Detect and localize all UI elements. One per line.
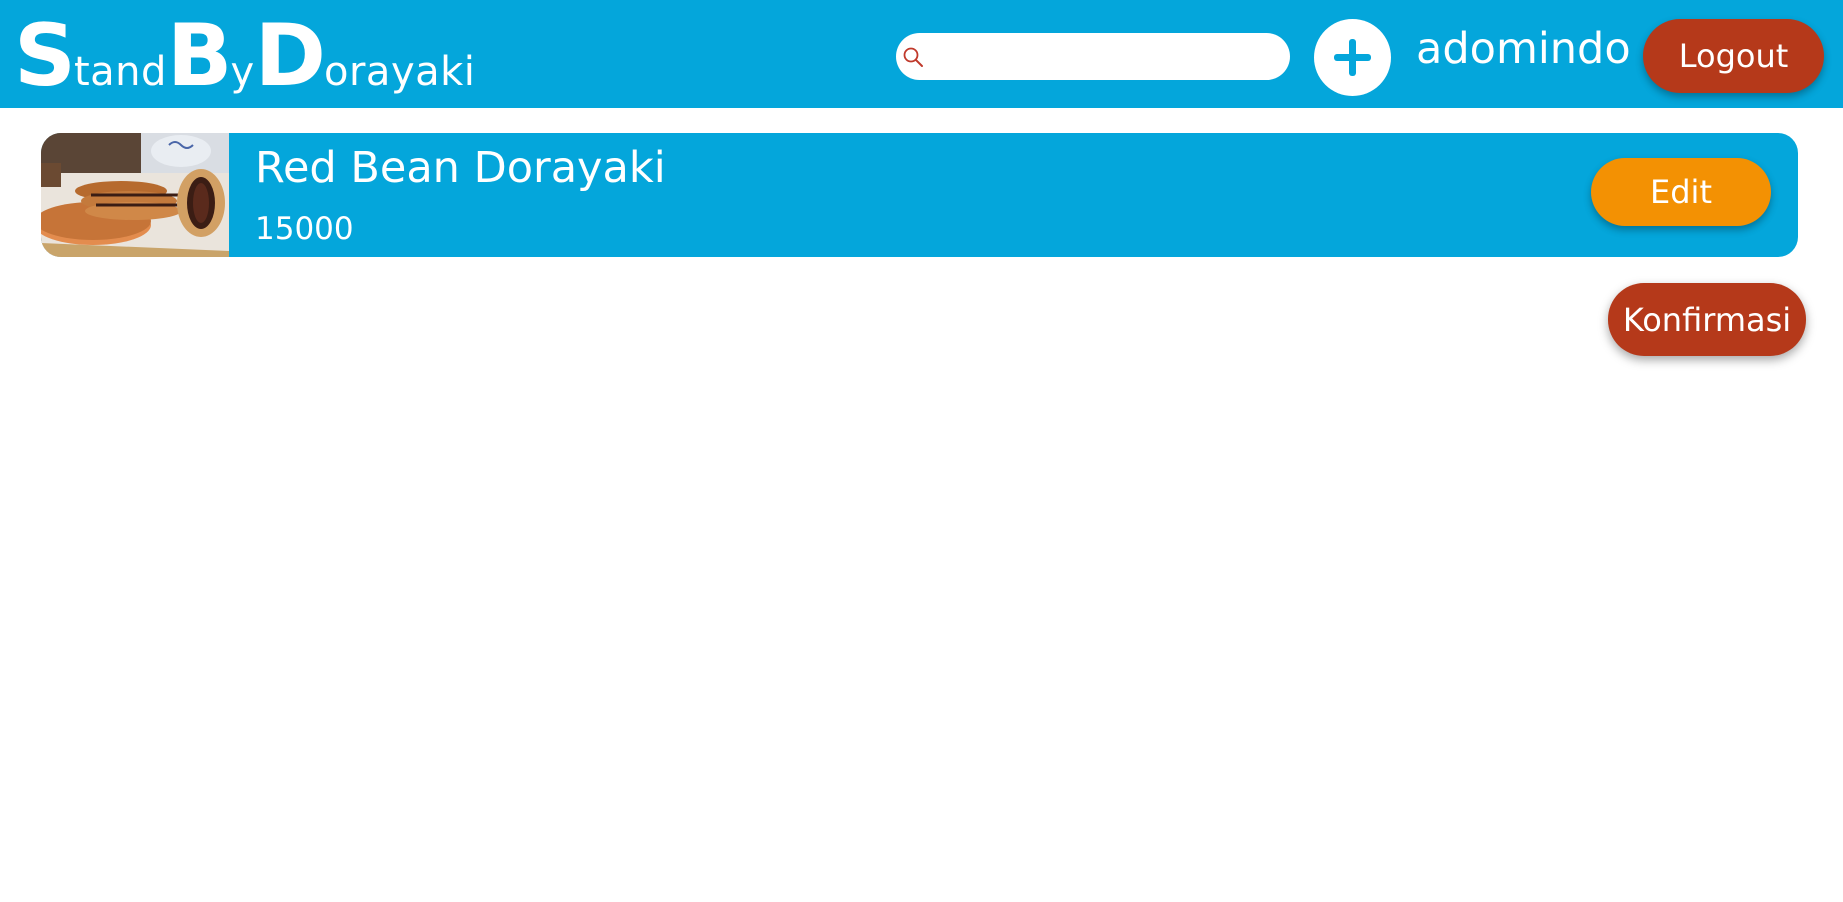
product-name: Red Bean Dorayaki [255,143,666,193]
logo-letter-b: B [166,6,233,106]
logo-letter-s: S [14,6,76,106]
logo-letter-d: D [254,6,326,106]
add-product-button[interactable] [1314,19,1391,96]
logo-text-orayaki: orayaki [324,49,476,95]
username-label[interactable]: adomindo [1416,24,1631,74]
search-icon [902,46,924,68]
product-price: 15000 [255,211,354,247]
search-box[interactable] [896,33,1290,80]
product-image [41,133,229,257]
dorayaki-photo [41,133,229,257]
confirm-button[interactable]: Konfirmasi [1608,283,1806,356]
brand-logo[interactable]: StandByDorayaki [14,6,475,106]
logo-text-tand: tand [73,49,167,95]
edit-button[interactable]: Edit [1591,158,1771,226]
navbar: StandByDorayaki adomindo Logout [0,0,1843,108]
logo-text-y: y [230,49,255,95]
plus-icon [1334,39,1371,76]
product-card: Red Bean Dorayaki 15000 Edit [41,133,1798,257]
logout-button[interactable]: Logout [1643,19,1824,93]
search-input[interactable] [930,37,1278,76]
